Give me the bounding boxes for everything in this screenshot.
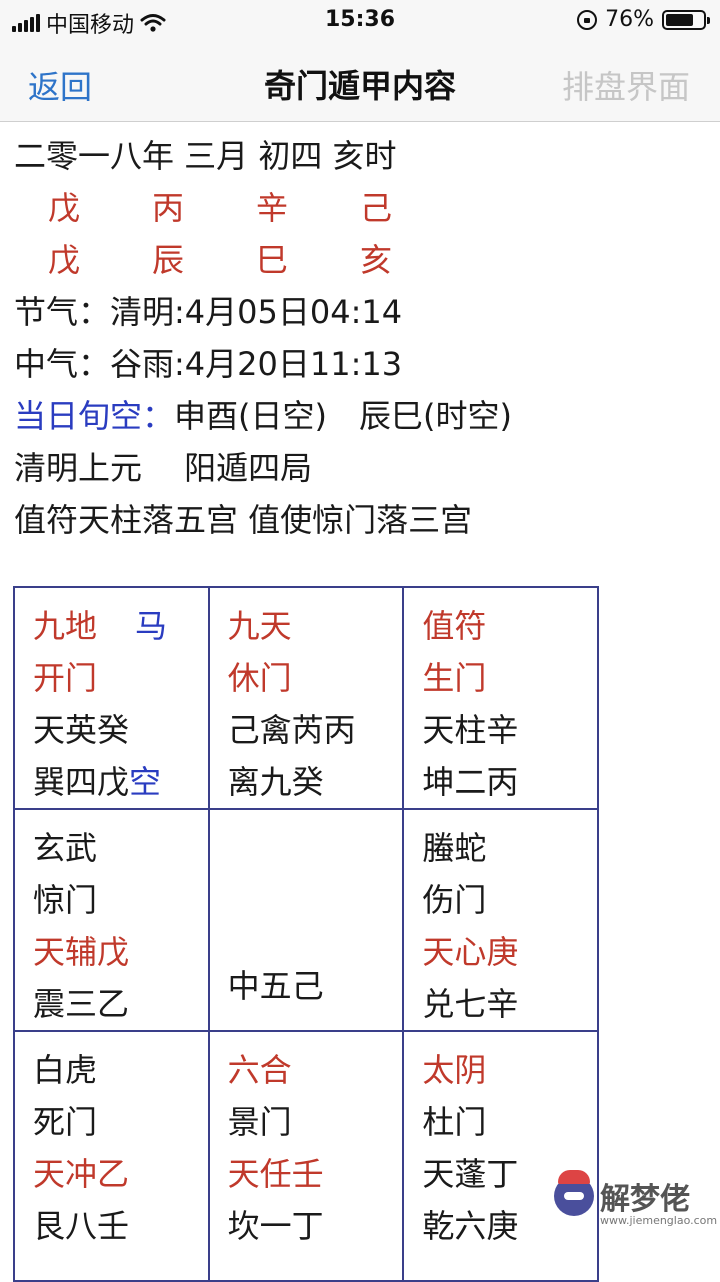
center-palace-name: 中五己	[227, 967, 324, 1005]
info-section: 二零一八年 三月 初四 亥时 戊 丙 辛 己 戊 辰 巳 亥 节气：清明:4月0…	[14, 130, 714, 546]
battery-fill	[666, 13, 694, 26]
palace-name: 震三乙	[33, 985, 130, 1023]
void-marker: 空	[129, 763, 162, 801]
xunkong-value: 申酉(日空) 辰巳(时空)	[174, 397, 512, 435]
horse-marker: 马	[135, 607, 168, 645]
deity: 九地	[33, 607, 98, 645]
palace-kun: 值符 生门 天柱辛 坤二丙	[402, 586, 599, 810]
palace-name: 坎一丁	[227, 1207, 324, 1245]
door: 惊门	[33, 881, 98, 919]
star: 天英癸	[33, 711, 130, 749]
qimen-grid: 九地马 开门 天英癸 巽四戊空 九天 休门 己禽芮丙 离九癸 值符 生门 天柱辛…	[13, 586, 599, 1282]
jieqi-label: 节气：	[14, 293, 111, 331]
zhongqi-line: 中气：谷雨:4月20日11:13	[14, 338, 714, 390]
deity: 值符	[422, 607, 487, 645]
zhongqi-label: 中气：	[14, 345, 111, 383]
xunkong-label: 当日旬空：	[14, 397, 175, 435]
palace-dui: 螣蛇 伤门 天心庚 兑七辛	[402, 808, 599, 1032]
branch-month: 辰	[152, 241, 185, 279]
watermark: 解梦佬 www.jiemenglao.com	[554, 1170, 718, 1236]
palace-gen: 白虎 死门 天冲乙 艮八壬	[13, 1030, 210, 1282]
deity: 太阴	[422, 1051, 487, 1089]
door: 生门	[422, 659, 487, 697]
zhifu-zhishi-line: 值符天柱落五宫 值使惊门落三宫	[14, 501, 473, 539]
status-bar: 中国移动 15:36 76%	[0, 0, 720, 40]
battery-icon	[662, 9, 710, 30]
palace-xun: 九地马 开门 天英癸 巽四戊空	[13, 586, 210, 810]
stem-day: 辛	[256, 189, 289, 227]
palace-kan: 六合 景门 天任壬 坎一丁	[207, 1030, 405, 1282]
deity: 玄武	[33, 829, 98, 867]
xunkong-line: 当日旬空：申酉(日空) 辰巳(时空)	[14, 390, 714, 442]
star: 天任壬	[227, 1155, 324, 1193]
navigation-bar: 返回 奇门遁甲内容 排盘界面	[0, 40, 720, 122]
door: 开门	[33, 659, 98, 697]
palace-name: 兑七辛	[422, 985, 519, 1023]
stem-month: 丙	[152, 189, 185, 227]
lunar-date: 二零一八年 三月 初四 亥时	[14, 137, 397, 175]
branch-day: 巳	[256, 241, 289, 279]
palace-name: 离九癸	[227, 763, 324, 801]
watermark-url: www.jiemenglao.com	[600, 1214, 718, 1227]
palace-qian: 太阴 杜门 天蓬丁 乾六庚	[402, 1030, 599, 1282]
palace-li: 九天 休门 己禽芮丙 离九癸	[207, 586, 405, 810]
zhongqi-value: 谷雨:4月20日11:13	[110, 345, 403, 383]
deity: 螣蛇	[422, 829, 487, 867]
heavenly-stems-row: 戊 丙 辛 己	[14, 182, 714, 234]
yuan-ju-line: 清明上元 阳遁四局	[14, 449, 313, 487]
mascot-logo-icon	[554, 1170, 594, 1216]
star: 天柱辛	[422, 711, 519, 749]
door: 伤门	[422, 881, 487, 919]
palace-center: 中五己	[207, 808, 405, 1032]
door: 休门	[227, 659, 292, 697]
star: 天辅戊	[33, 933, 130, 971]
star: 己禽芮丙	[227, 711, 356, 749]
branch-year: 戊	[48, 241, 81, 279]
deity: 九天	[227, 607, 292, 645]
door: 死门	[33, 1103, 98, 1141]
door: 景门	[227, 1103, 292, 1141]
stem-year: 戊	[48, 189, 81, 227]
palace-name: 巽四戊	[33, 763, 130, 801]
palace-zhen: 玄武 惊门 天辅戊 震三乙	[13, 808, 210, 1032]
earthly-branches-row: 戊 辰 巳 亥	[14, 234, 714, 286]
star: 天冲乙	[33, 1155, 130, 1193]
jieqi-value: 清明:4月05日04:14	[110, 293, 403, 331]
branch-hour: 亥	[360, 241, 393, 279]
watermark-text: 解梦佬	[600, 1182, 690, 1217]
palace-name: 坤二丙	[422, 763, 519, 801]
deity: 六合	[227, 1051, 292, 1089]
rotation-lock-icon	[577, 9, 598, 30]
deity: 白虎	[33, 1051, 98, 1089]
jieqi-line: 节气：清明:4月05日04:14	[14, 286, 714, 338]
stem-hour: 己	[360, 189, 393, 227]
chart-view-button[interactable]: 排盘界面	[562, 62, 690, 108]
palace-name: 艮八壬	[33, 1207, 130, 1245]
battery-percent: 76%	[605, 7, 654, 32]
star: 天心庚	[422, 933, 519, 971]
door: 杜门	[422, 1103, 487, 1141]
